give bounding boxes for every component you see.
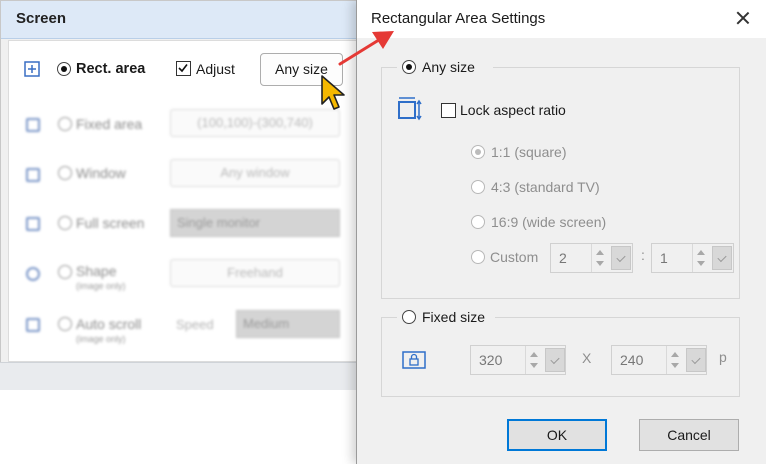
fixed-area-label: Fixed area bbox=[76, 116, 143, 132]
fixed-height-value: 240 bbox=[620, 352, 644, 368]
resize-icon bbox=[397, 96, 423, 122]
ratio-16-9-label: 16:9 (wide screen) bbox=[491, 214, 607, 230]
rect-area-icon bbox=[24, 61, 40, 77]
fixed-area-button[interactable]: (100,100)-(300,740) bbox=[170, 109, 340, 137]
full-screen-radio[interactable] bbox=[58, 216, 72, 230]
lock-icon bbox=[402, 351, 426, 369]
adjust-checkbox[interactable] bbox=[176, 61, 191, 76]
cancel-button[interactable]: Cancel bbox=[639, 419, 739, 451]
fixed-separator: X bbox=[582, 350, 592, 366]
ratio-4-3-label: 4:3 (standard TV) bbox=[491, 179, 600, 195]
any-size-label: Any size bbox=[422, 59, 475, 75]
window-icon bbox=[26, 168, 40, 182]
close-icon[interactable] bbox=[733, 8, 753, 28]
auto-scroll-icon bbox=[26, 318, 40, 332]
ratio-4-3-radio[interactable] bbox=[471, 180, 485, 194]
ratio-1-1-label: 1:1 (square) bbox=[491, 144, 567, 160]
fixed-height-arrows[interactable] bbox=[666, 346, 682, 374]
custom-width-dropdown[interactable] bbox=[611, 246, 631, 270]
any-size-radio[interactable] bbox=[402, 60, 416, 74]
shape-button[interactable]: Freehand bbox=[170, 259, 340, 287]
shape-note: (image only) bbox=[76, 281, 126, 291]
ratio-1-1-radio[interactable] bbox=[471, 145, 485, 159]
fixed-area-icon bbox=[26, 118, 40, 132]
shape-radio[interactable] bbox=[58, 265, 72, 279]
red-arrow-icon bbox=[336, 28, 398, 70]
full-screen-label: Full screen bbox=[76, 215, 145, 231]
screen-options-list: Fixed area (100,100)-(300,740) Window An… bbox=[22, 109, 352, 353]
shape-label: Shape bbox=[76, 263, 117, 279]
shape-icon bbox=[26, 267, 40, 281]
window-button[interactable]: Any window bbox=[170, 159, 340, 187]
auto-scroll-label: Auto scroll bbox=[76, 316, 142, 332]
auto-scroll-note: (image only) bbox=[76, 334, 126, 344]
fixed-area-radio[interactable] bbox=[58, 117, 72, 131]
pointer-cursor-icon bbox=[320, 74, 350, 114]
custom-height-dropdown[interactable] bbox=[712, 246, 732, 270]
fixed-width-value: 320 bbox=[479, 352, 503, 368]
fixed-height-stepper[interactable]: 240 bbox=[611, 345, 707, 375]
auto-scroll-radio[interactable] bbox=[58, 317, 72, 331]
fixed-height-dropdown[interactable] bbox=[686, 348, 706, 372]
custom-height-value: 1 bbox=[660, 250, 668, 266]
lock-aspect-ratio-checkbox[interactable] bbox=[441, 103, 456, 118]
fixed-width-dropdown[interactable] bbox=[545, 348, 565, 372]
dialog-title: Rectangular Area Settings bbox=[371, 10, 546, 27]
rectangular-area-settings-dialog: Rectangular Area Settings Any size Lock … bbox=[356, 0, 766, 464]
lock-aspect-ratio-label: Lock aspect ratio bbox=[460, 102, 566, 118]
custom-separator: : bbox=[641, 247, 645, 263]
speed-label: Speed bbox=[176, 317, 214, 332]
full-screen-select[interactable]: Single monitor bbox=[170, 209, 340, 237]
screen-panel-title: Screen bbox=[16, 10, 67, 27]
fixed-width-stepper[interactable]: 320 bbox=[470, 345, 566, 375]
ratio-custom-label: Custom bbox=[490, 249, 539, 265]
custom-height-stepper[interactable]: 1 bbox=[651, 243, 734, 273]
custom-width-arrows[interactable] bbox=[591, 244, 607, 272]
ratio-custom-radio[interactable] bbox=[471, 250, 485, 264]
fixed-unit: p bbox=[719, 349, 727, 365]
full-screen-icon bbox=[26, 217, 40, 231]
fixed-width-arrows[interactable] bbox=[525, 346, 541, 374]
screen-panel-footer bbox=[0, 362, 360, 390]
ok-button[interactable]: OK bbox=[507, 419, 607, 451]
custom-height-arrows[interactable] bbox=[692, 244, 708, 272]
window-radio[interactable] bbox=[58, 166, 72, 180]
window-label: Window bbox=[76, 165, 126, 181]
fixed-size-label: Fixed size bbox=[422, 309, 486, 325]
custom-width-value: 2 bbox=[559, 250, 567, 266]
adjust-label: Adjust bbox=[196, 61, 235, 77]
rect-area-radio[interactable] bbox=[57, 62, 71, 76]
fixed-size-radio[interactable] bbox=[402, 310, 416, 324]
speed-select[interactable]: Medium bbox=[236, 310, 340, 338]
custom-width-stepper[interactable]: 2 bbox=[550, 243, 633, 273]
rect-area-label: Rect. area bbox=[76, 61, 146, 77]
ratio-16-9-radio[interactable] bbox=[471, 215, 485, 229]
